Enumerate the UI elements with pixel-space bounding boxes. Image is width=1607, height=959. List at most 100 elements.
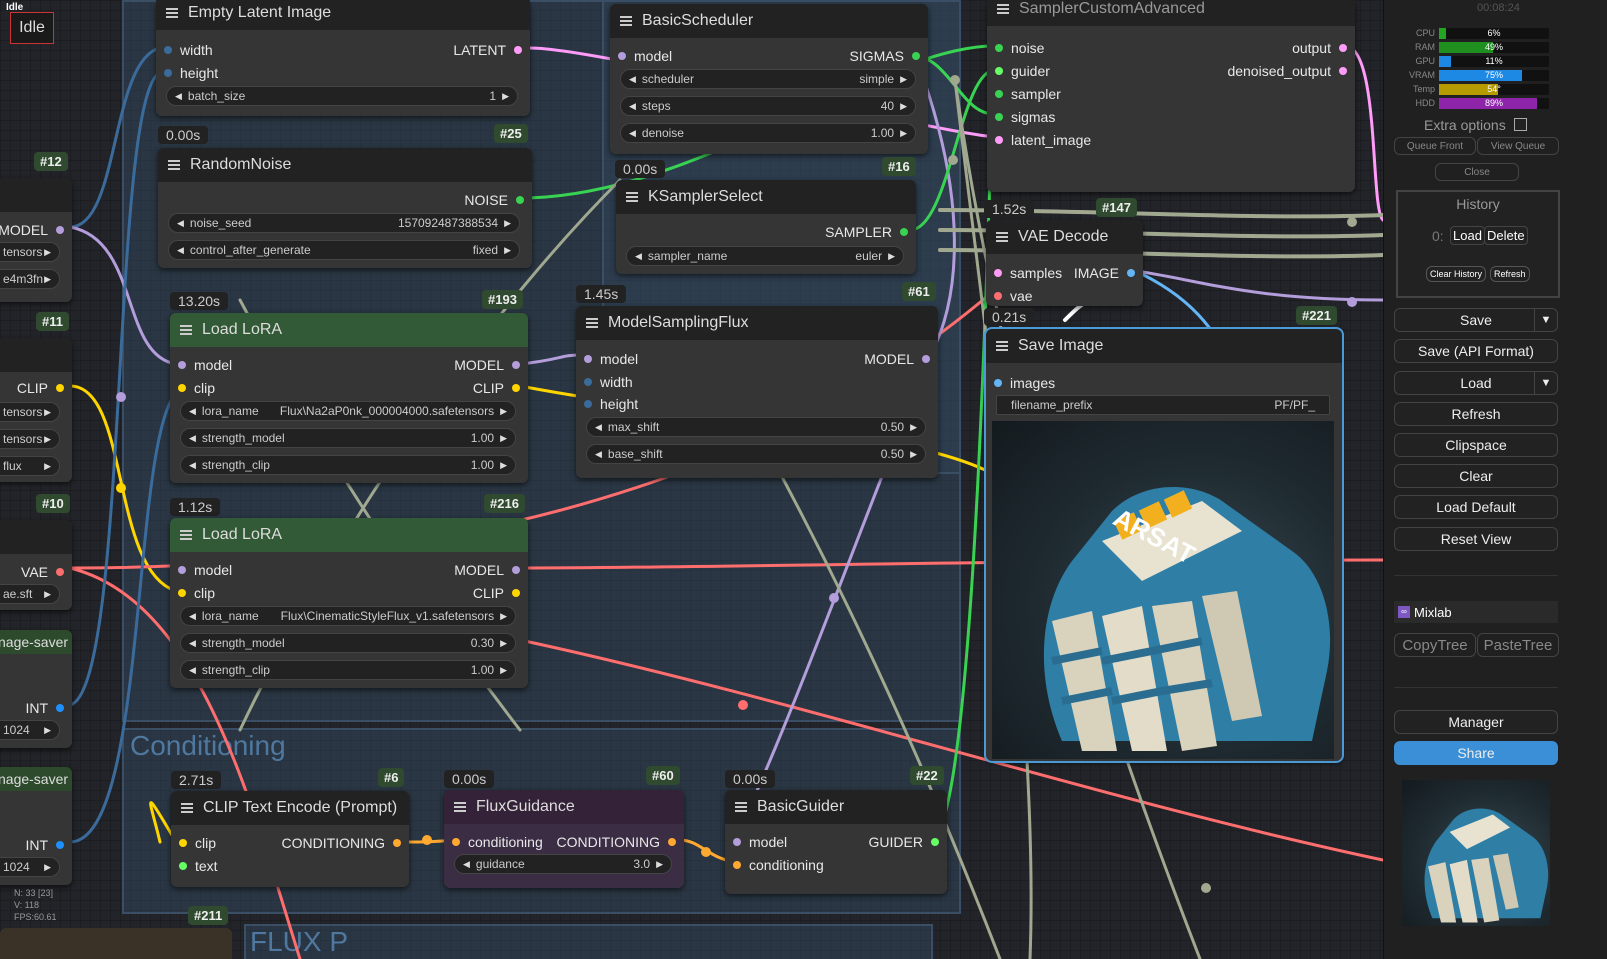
reset-view-button[interactable]: Reset View bbox=[1394, 527, 1558, 551]
node-menu-icon[interactable] bbox=[996, 232, 1008, 242]
node-empty-latent-image[interactable]: Empty Latent Image width LATENT height ◀… bbox=[156, 0, 530, 116]
decrement-icon[interactable]: ◀ bbox=[629, 101, 636, 112]
node-model-sampling-flux[interactable]: ModelSamplingFlux model MODEL width heig… bbox=[576, 306, 938, 478]
node-basic-guider[interactable]: BasicGuider model GUIDER conditioning bbox=[725, 790, 947, 894]
widget-vae-name[interactable]: ae.sft ▶ bbox=[0, 584, 60, 604]
output-dot-latent[interactable] bbox=[1339, 44, 1347, 52]
input-dot-model[interactable] bbox=[733, 838, 741, 846]
widget-clip-type[interactable]: flux ▶ bbox=[0, 456, 60, 476]
widget-scheduler[interactable]: ◀ scheduler simple ▶ bbox=[620, 69, 916, 89]
load-default-button[interactable]: Load Default bbox=[1394, 495, 1558, 519]
manager-button[interactable]: Manager bbox=[1394, 710, 1558, 734]
increment-icon[interactable]: ▶ bbox=[500, 611, 507, 622]
widget-int-value[interactable]: 1024 ▶ bbox=[0, 857, 60, 877]
output-dot-model[interactable] bbox=[922, 355, 930, 363]
close-button[interactable]: Close bbox=[1435, 163, 1519, 181]
mixlab-button[interactable]: ∞ Mixlab bbox=[1394, 601, 1558, 623]
widget-steps[interactable]: ◀ steps 40 ▶ bbox=[620, 96, 916, 116]
input-dot-model[interactable] bbox=[584, 355, 592, 363]
load-button[interactable]: Load ▼ bbox=[1394, 371, 1558, 395]
node-partial-bottom[interactable] bbox=[0, 928, 232, 959]
node-menu-icon[interactable] bbox=[168, 160, 180, 170]
decrement-icon[interactable]: ◀ bbox=[629, 74, 636, 85]
decrement-icon[interactable]: ◀ bbox=[629, 128, 636, 139]
increment-icon[interactable]: ▶ bbox=[910, 422, 917, 433]
increment-icon[interactable]: ▶ bbox=[910, 449, 917, 460]
node-menu-icon[interactable] bbox=[181, 803, 193, 813]
node-dual-clip-partial[interactable]: CLIP tensors ▶ tensors ▶ flux ▶ bbox=[0, 338, 72, 482]
node-menu-icon[interactable] bbox=[166, 8, 178, 18]
widget-int-value[interactable]: 1024 ▶ bbox=[0, 720, 60, 740]
output-dot-conditioning[interactable] bbox=[668, 838, 676, 846]
node-flux-guidance[interactable]: FluxGuidance conditioning CONDITIONING ◀… bbox=[444, 790, 684, 888]
widget-base-shift[interactable]: ◀ base_shift 0.50 ▶ bbox=[586, 444, 926, 464]
node-menu-icon[interactable] bbox=[996, 341, 1008, 351]
widget-weight-dtype[interactable]: e4m3fn ▶ bbox=[0, 269, 60, 289]
history-delete-button[interactable]: Delete bbox=[1484, 226, 1528, 245]
input-dot-latent[interactable] bbox=[995, 136, 1003, 144]
node-int-1-partial[interactable]: nage-saver INT 1024 ▶ bbox=[0, 630, 72, 748]
input-dot-clip[interactable] bbox=[178, 384, 186, 392]
node-load-lora-1[interactable]: Load LoRA model MODEL clip CLIP ◀ lora_na… bbox=[170, 313, 528, 483]
widget-filename-prefix[interactable]: filename_prefix PF/PF_ bbox=[996, 395, 1330, 415]
widget-guidance[interactable]: ◀ guidance 3.0 ▶ bbox=[454, 854, 672, 874]
decrement-icon[interactable]: ◀ bbox=[189, 611, 196, 622]
node-menu-icon[interactable] bbox=[180, 325, 192, 335]
decrement-icon[interactable]: ◀ bbox=[189, 665, 196, 676]
input-dot-clip[interactable] bbox=[178, 589, 186, 597]
node-menu-icon[interactable] bbox=[735, 802, 747, 812]
node-int-2-partial[interactable]: nage-saver INT 1024 ▶ bbox=[0, 767, 72, 885]
input-dot-height[interactable] bbox=[584, 400, 592, 408]
load-dropdown-icon[interactable]: ▼ bbox=[1534, 372, 1557, 394]
input-dot-noise[interactable] bbox=[995, 44, 1003, 52]
increment-icon[interactable]: ▶ bbox=[504, 245, 511, 256]
widget-lora-name[interactable]: ◀ lora_name Flux\Na2aP0nk_000004000.safete… bbox=[180, 401, 516, 421]
widget-batch-size[interactable]: ◀ batch_size 1 ▶ bbox=[166, 86, 518, 106]
decrement-icon[interactable]: ◀ bbox=[189, 638, 196, 649]
input-dot-text[interactable] bbox=[179, 862, 187, 870]
node-menu-icon[interactable] bbox=[626, 192, 638, 202]
decrement-icon[interactable]: ◀ bbox=[175, 91, 182, 102]
clear-history-button[interactable]: Clear History bbox=[1426, 266, 1487, 282]
refresh-button[interactable]: Refresh bbox=[1394, 402, 1558, 426]
node-vae-loader-partial[interactable]: VAE ae.sft ▶ bbox=[0, 520, 72, 610]
output-dot-int[interactable] bbox=[56, 841, 64, 849]
output-dot-latent[interactable] bbox=[1339, 67, 1347, 75]
node-ksampler-select[interactable]: KSamplerSelect SAMPLER ◀ sampler_name eule… bbox=[616, 180, 916, 274]
input-dot-images[interactable] bbox=[994, 379, 1002, 387]
increment-icon[interactable]: ▶ bbox=[656, 859, 663, 870]
save-dropdown-icon[interactable]: ▼ bbox=[1534, 309, 1557, 331]
decrement-icon[interactable]: ◀ bbox=[177, 218, 184, 229]
widget-strength-model[interactable]: ◀ strength_model 1.00 ▶ bbox=[180, 428, 516, 448]
increment-icon[interactable]: ▶ bbox=[900, 101, 907, 112]
input-dot-width[interactable] bbox=[164, 46, 172, 54]
increment-icon[interactable]: ▶ bbox=[500, 665, 507, 676]
side-menu-panel[interactable]: 00:08:24 CPU 6% RAM 49% GPU 11% VRAM 75% Temp 54°… bbox=[1383, 0, 1607, 959]
widget-unet-name[interactable]: tensors ▶ bbox=[0, 242, 60, 262]
history-load-button[interactable]: Load bbox=[1450, 226, 1485, 245]
refresh-history-button[interactable]: Refresh bbox=[1490, 266, 1530, 282]
input-dot-vae[interactable] bbox=[994, 292, 1002, 300]
node-menu-icon[interactable] bbox=[454, 802, 466, 812]
node-clip-text-encode[interactable]: CLIP Text Encode (Prompt) clip CONDITION… bbox=[171, 791, 409, 887]
decrement-icon[interactable]: ◀ bbox=[595, 422, 602, 433]
output-dot-clip[interactable] bbox=[512, 384, 520, 392]
increment-icon[interactable]: ▶ bbox=[500, 638, 507, 649]
output-thumbnail[interactable] bbox=[1402, 780, 1550, 926]
widget-clip-name2[interactable]: tensors ▶ bbox=[0, 429, 60, 449]
queue-front-button[interactable]: Queue Front bbox=[1394, 137, 1476, 155]
input-dot-model[interactable] bbox=[178, 361, 186, 369]
output-dot-conditioning[interactable] bbox=[393, 839, 401, 847]
paste-tree-button[interactable]: PasteTree bbox=[1477, 633, 1559, 657]
widget-control-after-generate[interactable]: ◀ control_after_generate fixed ▶ bbox=[168, 240, 520, 260]
output-dot-vae[interactable] bbox=[56, 568, 64, 576]
widget-strength-clip[interactable]: ◀ strength_clip 1.00 ▶ bbox=[180, 660, 516, 680]
increment-icon[interactable]: ▶ bbox=[900, 74, 907, 85]
share-button[interactable]: Share bbox=[1394, 741, 1558, 765]
output-dot-model[interactable] bbox=[56, 226, 64, 234]
save-button[interactable]: Save ▼ bbox=[1394, 308, 1558, 332]
increment-icon[interactable]: ▶ bbox=[500, 433, 507, 444]
widget-strength-clip[interactable]: ◀ strength_clip 1.00 ▶ bbox=[180, 455, 516, 475]
widget-denoise[interactable]: ◀ denoise 1.00 ▶ bbox=[620, 123, 916, 143]
node-load-unet-partial[interactable]: MODEL tensors ▶ e4m3fn ▶ bbox=[0, 178, 72, 302]
